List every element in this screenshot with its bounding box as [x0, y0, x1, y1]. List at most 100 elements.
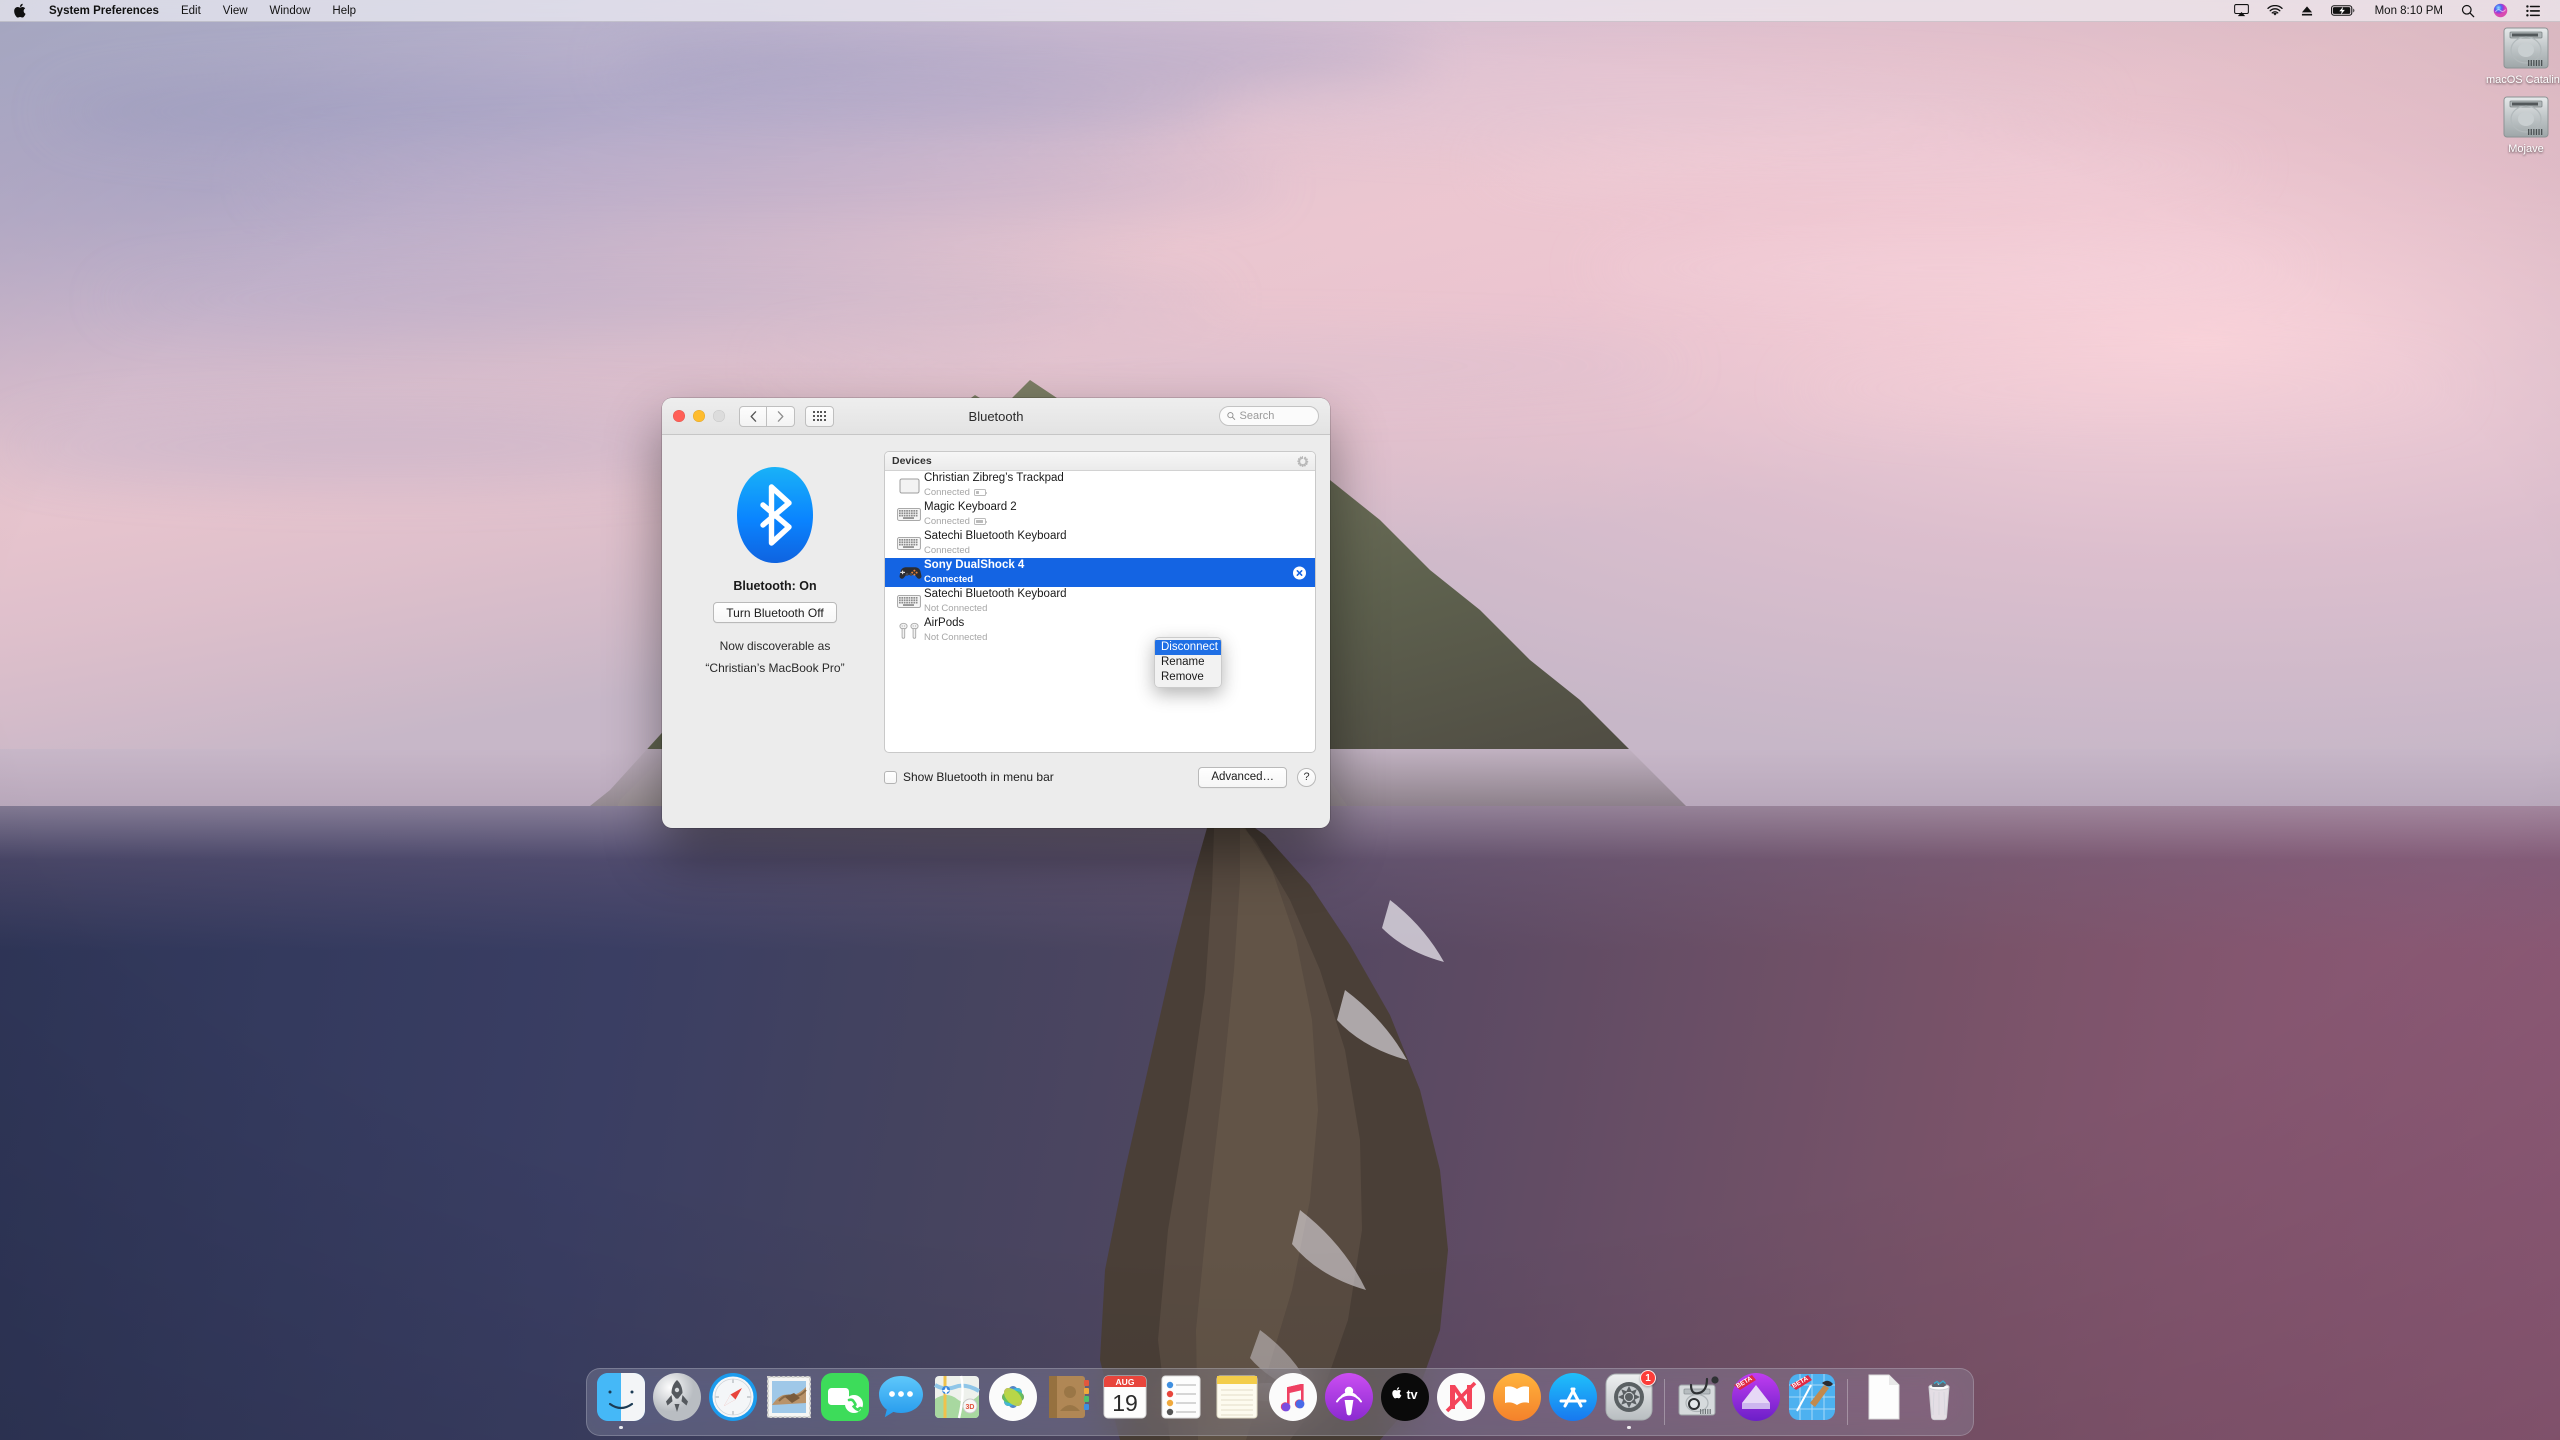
- running-indicator: [1235, 1426, 1239, 1430]
- search-input[interactable]: [1239, 410, 1311, 422]
- apple-logo-icon[interactable]: [0, 3, 38, 18]
- menu-bar-status-area[interactable]: Mon 8:10 PM: [2225, 0, 2550, 22]
- device-text: Satechi Bluetooth Keyboard Connected: [924, 530, 1067, 557]
- context-menu-item-disconnect[interactable]: Disconnect: [1155, 640, 1221, 655]
- dock-item-books[interactable]: [1490, 1371, 1544, 1429]
- menu-item-window[interactable]: Window: [259, 2, 322, 20]
- dock-item-messages[interactable]: [874, 1371, 928, 1429]
- turn-bluetooth-off-button[interactable]: Turn Bluetooth Off: [713, 602, 837, 623]
- device-name: Satechi Bluetooth Keyboard: [924, 588, 1067, 600]
- keyboard-icon: [894, 595, 924, 608]
- desktop-icon-label: macOS Catalina: [2485, 74, 2560, 86]
- dock-item-reminders[interactable]: [1154, 1371, 1208, 1429]
- running-indicator: [1754, 1426, 1758, 1430]
- device-row-satechi-keyboard-connected[interactable]: Satechi Bluetooth Keyboard Connected: [885, 529, 1315, 558]
- dock-item-appletv[interactable]: tv: [1378, 1371, 1432, 1429]
- desktop-icon-macos-catalina[interactable]: macOS Catalina: [2478, 24, 2560, 87]
- menu-bar-clock[interactable]: Mon 8:10 PM: [2366, 5, 2452, 17]
- dock-item-maps[interactable]: 3D: [930, 1371, 984, 1429]
- device-row-sony-dualshock-4[interactable]: Sony DualShock 4 Connected: [885, 558, 1315, 587]
- running-indicator: [1067, 1426, 1071, 1430]
- device-context-menu[interactable]: Disconnect Rename Remove: [1154, 637, 1222, 688]
- search-field[interactable]: [1219, 406, 1319, 426]
- devices-list-box[interactable]: Devices Christian Zibreg’s Trackpad Conn…: [884, 451, 1316, 753]
- device-name: Satechi Bluetooth Keyboard: [924, 530, 1067, 542]
- hard-drive-icon: [2498, 93, 2554, 141]
- dock-item-launchpad[interactable]: [650, 1371, 704, 1429]
- dock-item-document[interactable]: [1856, 1371, 1910, 1429]
- context-menu-item-rename[interactable]: Rename: [1155, 655, 1221, 670]
- dock-item-safari[interactable]: [706, 1371, 760, 1429]
- close-button[interactable]: [673, 410, 685, 422]
- dock-item-news[interactable]: [1434, 1371, 1488, 1429]
- advanced-button[interactable]: Advanced…: [1198, 766, 1287, 788]
- svg-text:tv: tv: [1406, 1388, 1417, 1402]
- eject-icon[interactable]: [2292, 0, 2322, 22]
- menu-bar-left[interactable]: System Preferences Edit View Window Help: [0, 2, 367, 20]
- device-text: Christian Zibreg’s Trackpad Connected: [924, 472, 1064, 499]
- show-bluetooth-in-menu-bar-row[interactable]: Show Bluetooth in menu bar: [884, 770, 1054, 784]
- running-indicator: [1627, 1425, 1631, 1429]
- siri-icon[interactable]: [2484, 0, 2517, 22]
- dock-item-xcode[interactable]: BETA: [1785, 1371, 1839, 1429]
- desktop-icon-mojave[interactable]: Mojave: [2478, 93, 2560, 156]
- dock-item-music[interactable]: [1266, 1371, 1320, 1429]
- running-indicator: [1515, 1426, 1519, 1430]
- menu-item-view[interactable]: View: [212, 2, 259, 20]
- running-indicator: [1571, 1426, 1575, 1430]
- battery-charging-icon[interactable]: [2322, 0, 2366, 22]
- minimize-button[interactable]: [693, 410, 705, 422]
- dock[interactable]: 3D AUG 19 tv 1 BETA BETA: [586, 1368, 1974, 1436]
- system-preferences-icon: 1: [1603, 1370, 1656, 1423]
- running-indicator: [1347, 1426, 1351, 1430]
- bluetooth-bottom-bar: Show Bluetooth in menu bar Advanced… ?: [884, 766, 1316, 788]
- dock-item-calendar[interactable]: AUG 19: [1098, 1371, 1152, 1429]
- bluetooth-preferences-window[interactable]: Bluetooth Search Bluetooth: On Turn Blue…: [662, 398, 1330, 828]
- dock-item-photos[interactable]: [986, 1371, 1040, 1429]
- forward-button[interactable]: [767, 405, 795, 427]
- back-button[interactable]: [739, 405, 767, 427]
- running-indicator: [1810, 1426, 1814, 1430]
- device-row-magic-keyboard-2[interactable]: Magic Keyboard 2 Connected: [885, 500, 1315, 529]
- search-icon: [1227, 412, 1236, 420]
- finder-icon: [595, 1371, 647, 1423]
- dock-item-contacts[interactable]: [1042, 1371, 1096, 1429]
- menu-item-system-preferences[interactable]: System Preferences: [38, 2, 170, 20]
- disconnect-x-icon[interactable]: [1293, 566, 1306, 579]
- window-titlebar[interactable]: Bluetooth: [662, 398, 1330, 435]
- dock-item-disk-utility[interactable]: [1673, 1371, 1727, 1429]
- running-indicator: [1403, 1426, 1407, 1430]
- device-name: Christian Zibreg’s Trackpad: [924, 472, 1064, 484]
- show-all-grid-icon[interactable]: [805, 405, 834, 427]
- music-icon: [1267, 1371, 1319, 1423]
- window-traffic-lights[interactable]: [673, 410, 725, 422]
- xcode-icon: BETA: [1786, 1371, 1838, 1423]
- devices-list[interactable]: Christian Zibreg’s Trackpad Connected Ma…: [885, 471, 1315, 752]
- dock-item-notes[interactable]: [1210, 1371, 1264, 1429]
- dock-item-podcasts[interactable]: [1322, 1371, 1376, 1429]
- dock-item-system-preferences[interactable]: 1: [1602, 1370, 1656, 1429]
- navigation-buttons[interactable]: [739, 405, 795, 427]
- device-row-trackpad[interactable]: Christian Zibreg’s Trackpad Connected: [885, 471, 1315, 500]
- device-row-satechi-keyboard-not-connected[interactable]: Satechi Bluetooth Keyboard Not Connected: [885, 587, 1315, 616]
- airplay-icon[interactable]: [2225, 0, 2258, 22]
- dock-item-appstore[interactable]: [1546, 1371, 1600, 1429]
- dock-item-parallels[interactable]: BETA: [1729, 1371, 1783, 1429]
- dock-item-mail[interactable]: [762, 1371, 816, 1429]
- bluetooth-status-label: Bluetooth: On: [733, 579, 817, 593]
- menu-item-help[interactable]: Help: [321, 2, 367, 20]
- context-menu-item-remove[interactable]: Remove: [1155, 670, 1221, 685]
- device-status: Not Connected: [924, 632, 988, 643]
- wifi-icon[interactable]: [2258, 0, 2292, 22]
- airpods-icon: [894, 622, 924, 639]
- device-row-airpods[interactable]: AirPods Not Connected: [885, 616, 1315, 645]
- menu-item-edit[interactable]: Edit: [170, 2, 212, 20]
- help-button[interactable]: ?: [1297, 767, 1316, 787]
- menu-bar[interactable]: System Preferences Edit View Window Help: [0, 0, 2560, 22]
- control-center-icon[interactable]: [2517, 0, 2550, 22]
- spotlight-search-icon[interactable]: [2452, 0, 2484, 22]
- dock-item-facetime[interactable]: [818, 1371, 872, 1429]
- show-bluetooth-checkbox[interactable]: [884, 770, 897, 784]
- dock-item-trash[interactable]: [1912, 1371, 1966, 1429]
- dock-item-finder[interactable]: [594, 1371, 648, 1429]
